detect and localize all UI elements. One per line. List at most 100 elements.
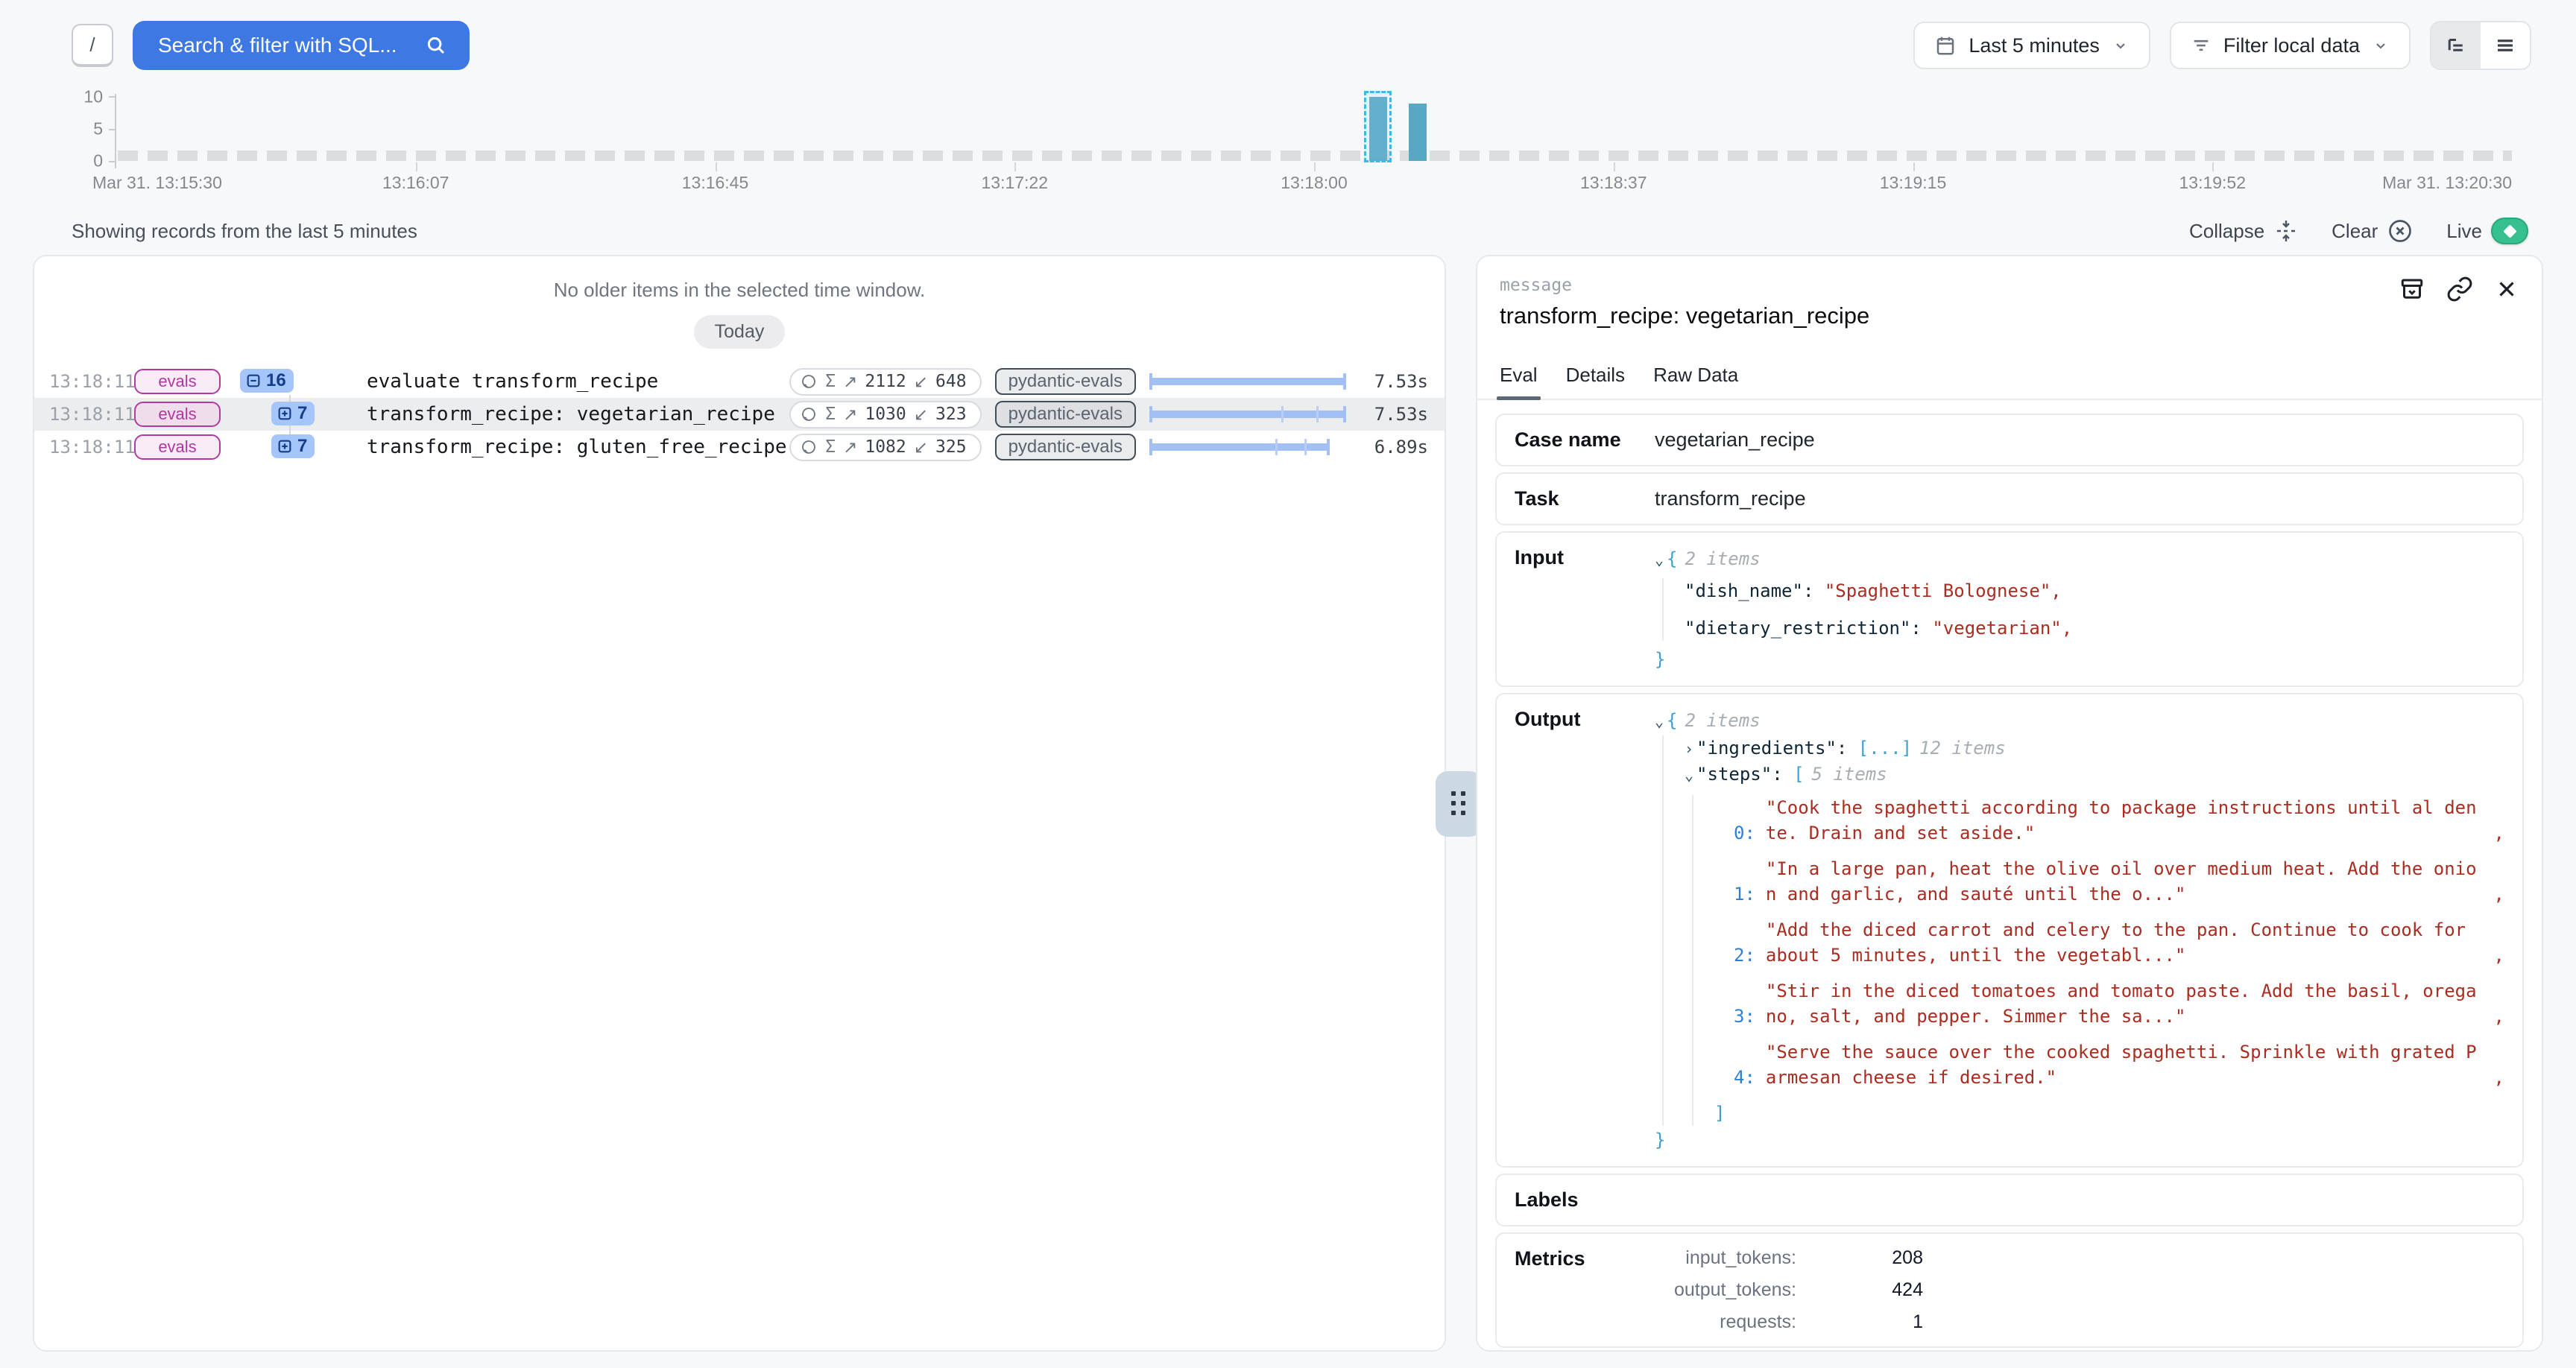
shortcut-key-label: /	[89, 34, 95, 57]
time-range-label: Last 5 minutes	[1969, 34, 2100, 57]
filter-label: Filter local data	[2223, 34, 2360, 57]
json-string-value: "Spaghetti Bolognese"	[1825, 580, 2051, 601]
x-tick-label: 13:19:15	[1880, 173, 1947, 193]
no-older-items-notice: No older items in the selected time wind…	[34, 279, 1445, 302]
x-axis-tick	[1614, 162, 1615, 171]
archive-icon[interactable]	[2399, 276, 2425, 303]
array-index: 2:	[1734, 943, 1755, 968]
tab-details[interactable]: Details	[1566, 364, 1625, 399]
x-axis-tick	[416, 162, 417, 171]
expand-children-badge[interactable]: 7	[271, 402, 315, 425]
input-label: Input	[1515, 546, 1655, 672]
output-tokens-arrow-icon: ↙	[914, 405, 928, 425]
token-usage-pill: Σ ↗1030 ↙323	[789, 401, 981, 428]
evals-tag-badge[interactable]: evals	[134, 434, 221, 460]
trace-row-vegetarian-recipe[interactable]: 13:18:11 evals 7 transform_recipe: veget…	[34, 398, 1445, 431]
input-json-tree: ⌄{2 items "dish_name": "Spaghetti Bologn…	[1655, 546, 2504, 672]
items-count: 2 items	[1685, 710, 1761, 731]
duration-bar	[1149, 411, 1346, 418]
row-timestamp: 13:18:11	[49, 404, 124, 425]
list-rows-icon	[2494, 34, 2516, 57]
filter-local-data-button[interactable]: Filter local data	[2170, 22, 2411, 69]
child-count: 7	[297, 403, 307, 424]
sigma-icon: Σ	[825, 372, 836, 391]
detail-panel: message transform_recipe: vegetarian_rec…	[1476, 255, 2543, 1352]
coin-icon	[800, 438, 818, 456]
array-index: 0:	[1734, 820, 1755, 846]
panel-resize-handle[interactable]	[1436, 771, 1482, 837]
metric-name: input_tokens:	[1655, 1247, 1796, 1269]
evals-tag-badge[interactable]: evals	[134, 369, 221, 394]
link-icon[interactable]	[2446, 276, 2473, 303]
output-json-tree: ⌄{2 items ›"ingredients": [...]12 items …	[1655, 708, 2504, 1153]
minus-square-icon	[245, 373, 262, 389]
collapse-children-badge[interactable]: 16	[240, 369, 294, 393]
record-kind-label: message	[1500, 276, 1869, 295]
topbar: / Search & filter with SQL... Last 5 min…	[0, 0, 2576, 91]
y-axis-tick	[109, 96, 115, 98]
tab-raw-data[interactable]: Raw Data	[1653, 364, 1738, 399]
pydantic-evals-badge[interactable]: pydantic-evals	[995, 401, 1136, 428]
list-view-toggle-button[interactable]	[2481, 22, 2530, 69]
steps-item: 0: "Cook the spaghetti according to pack…	[1734, 795, 2504, 846]
records-timeline-chart[interactable]: 10 5 0 Mar 31. 13:15:30 13:16:07 13:16:4…	[116, 97, 2512, 198]
detail-tabs: Eval Details Raw Data	[1477, 364, 2542, 400]
duration-text: 6.89s	[1360, 437, 1428, 457]
chevron-collapsed-icon[interactable]: ›	[1685, 740, 1693, 758]
live-toggle[interactable]: Live	[2446, 218, 2528, 244]
trace-row-gluten-free-recipe[interactable]: 13:18:11 evals 7 transform_recipe: glute…	[34, 431, 1445, 463]
time-range-button[interactable]: Last 5 minutes	[1913, 22, 2150, 69]
y-tick-label: 10	[58, 87, 103, 107]
items-count: 5 items	[1812, 764, 1887, 785]
items-count: 2 items	[1685, 548, 1761, 569]
chevron-expanded-icon[interactable]: ⌄	[1655, 712, 1664, 730]
pydantic-evals-badge[interactable]: pydantic-evals	[995, 434, 1136, 460]
tree-view-toggle-button[interactable]	[2431, 22, 2481, 69]
collapse-button[interactable]: Collapse	[2189, 218, 2299, 244]
x-tick-label: 13:17:22	[981, 173, 1048, 193]
span-name: evaluate transform_recipe	[367, 370, 658, 393]
evals-tag-badge[interactable]: evals	[134, 402, 221, 427]
x-tick-label: 13:18:37	[1580, 173, 1647, 193]
x-tick-label: 13:19:52	[2179, 173, 2246, 193]
clear-circle-x-icon	[2387, 218, 2414, 244]
json-string-value: "In a large pan, heat the olive oil over…	[1766, 856, 2485, 907]
showing-records-text: Showing records from the last 5 minutes	[72, 220, 417, 243]
today-pill[interactable]: Today	[694, 315, 786, 349]
expand-children-badge[interactable]: 7	[271, 434, 315, 458]
pydantic-evals-badge[interactable]: pydantic-evals	[995, 368, 1136, 395]
array-index: 4:	[1734, 1065, 1755, 1090]
clear-button[interactable]: Clear	[2332, 218, 2414, 244]
metric-value: 424	[1796, 1279, 1923, 1301]
close-icon[interactable]	[2494, 276, 2519, 302]
tab-eval[interactable]: Eval	[1500, 364, 1538, 399]
case-name-value: vegetarian_recipe	[1655, 428, 1815, 452]
span-name: transform_recipe: gluten_free_recipe	[367, 436, 787, 458]
json-string-value: "Add the diced carrot and celery to the …	[1766, 917, 2485, 968]
duration-text: 7.53s	[1360, 404, 1428, 425]
case-name-label: Case name	[1515, 428, 1655, 452]
duration-bar-track	[1149, 437, 1346, 457]
selection-brush[interactable]	[1364, 91, 1392, 162]
sigma-icon: Σ	[825, 437, 836, 457]
steps-item: 1: "In a large pan, heat the olive oil o…	[1734, 856, 2504, 907]
search-button[interactable]: Search & filter with SQL...	[133, 21, 470, 70]
y-axis-tick	[109, 129, 115, 130]
x-axis-tick	[1314, 162, 1316, 171]
collapsed-array[interactable]: [...]	[1858, 738, 1912, 759]
json-string-value: "Stir in the diced tomatoes and tomato p…	[1766, 978, 2485, 1029]
task-value: transform_recipe	[1655, 487, 1806, 510]
x-tick-label: 13:16:07	[382, 173, 449, 193]
x-axis-tick	[1014, 162, 1016, 171]
chevron-expanded-icon[interactable]: ⌄	[1685, 766, 1693, 784]
close-brace: }	[1655, 649, 1665, 670]
histogram-bar[interactable]	[1409, 104, 1427, 161]
search-icon	[425, 34, 447, 57]
detail-title: transform_recipe: vegetarian_recipe	[1500, 303, 1869, 329]
duration-bar-track	[1149, 405, 1346, 424]
timeline-plot-area[interactable]: 10 5 0	[116, 97, 2512, 161]
y-tick-label: 0	[58, 151, 103, 171]
trace-row-evaluate-transform-recipe[interactable]: 13:18:11 evals 16 evaluate transform_rec…	[34, 365, 1445, 398]
chevron-expanded-icon[interactable]: ⌄	[1655, 551, 1664, 569]
steps-item: 3: "Stir in the diced tomatoes and tomat…	[1734, 978, 2504, 1029]
